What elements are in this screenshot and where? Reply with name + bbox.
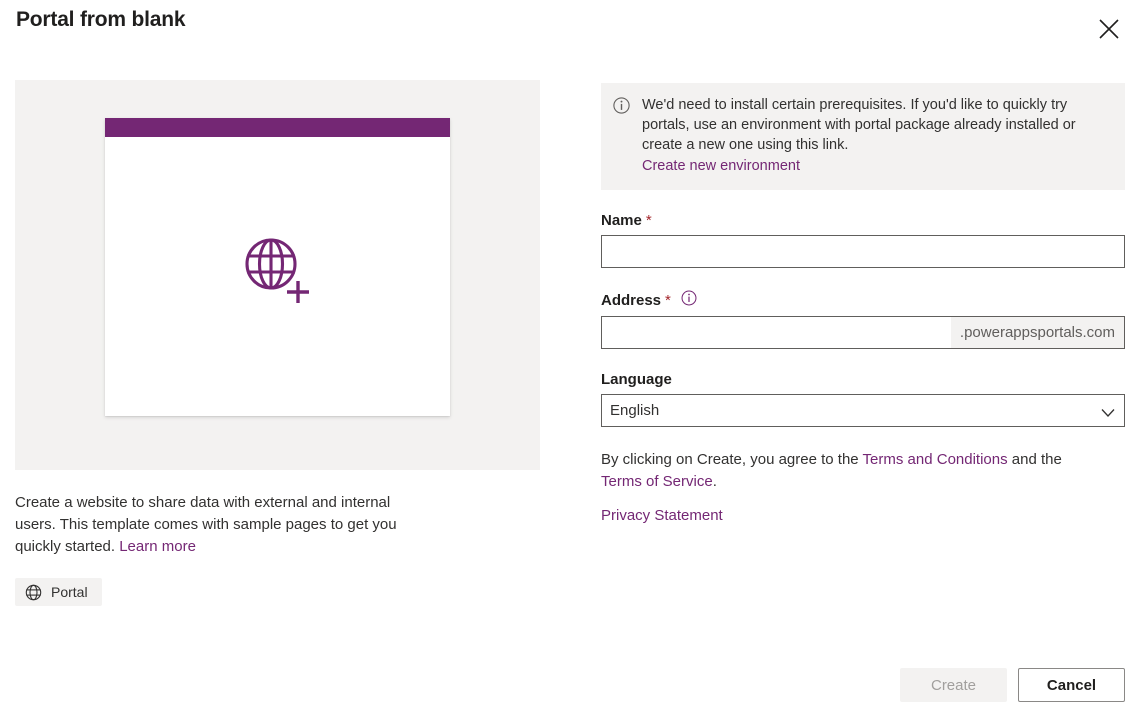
address-label: Address: [601, 291, 662, 309]
preview-card-header-bar: [105, 118, 450, 137]
globe-icon: [25, 584, 42, 601]
language-select-wrap: English: [601, 394, 1125, 427]
privacy-statement-row: Privacy Statement: [601, 507, 1125, 525]
name-input[interactable]: [601, 235, 1125, 268]
template-preview-column: Create a website to share data with exte…: [15, 80, 540, 606]
address-required-marker: *: [665, 291, 671, 309]
prerequisites-banner-text: We'd need to install certain prerequisit…: [642, 95, 1111, 176]
template-tag-row: Portal: [15, 578, 540, 606]
close-button[interactable]: [1091, 12, 1127, 46]
legal-prefix: By clicking on Create, you agree to the: [601, 451, 863, 468]
language-selected-value: English: [610, 402, 660, 419]
field-name: Name *: [601, 212, 1125, 268]
name-required-marker: *: [645, 212, 652, 229]
learn-more-link[interactable]: Learn more: [119, 538, 196, 555]
name-label: Name: [601, 212, 642, 229]
create-new-environment-link[interactable]: Create new environment: [642, 156, 800, 176]
info-circle-icon: [613, 97, 630, 176]
legal-middle: and the: [1007, 451, 1062, 468]
template-tag-label: Portal: [51, 584, 88, 600]
legal-suffix: .: [712, 473, 717, 490]
create-portal-form: We'd need to install certain prerequisit…: [601, 83, 1125, 525]
template-description-line1: Create a website to share data with exte…: [15, 494, 337, 511]
preview-card-body: [105, 137, 450, 416]
language-label-row: Language: [601, 371, 1125, 388]
template-tag-portal: Portal: [15, 578, 102, 606]
language-label: Language: [601, 371, 672, 388]
field-language: Language English: [601, 371, 1125, 427]
template-preview-card: [105, 118, 450, 416]
privacy-statement-link[interactable]: Privacy Statement: [601, 507, 723, 524]
cancel-button[interactable]: Cancel: [1018, 668, 1125, 702]
address-input[interactable]: [602, 317, 951, 348]
legal-agreement-text: By clicking on Create, you agree to the …: [601, 449, 1101, 493]
banner-line1: We'd need to install certain prerequisit…: [642, 97, 1048, 113]
template-preview-panel: [15, 80, 540, 470]
dialog-footer: Create Cancel: [900, 668, 1125, 702]
address-input-group: .powerappsportals.com: [601, 316, 1125, 349]
address-label-row: Address *: [601, 290, 1125, 310]
field-address: Address * .powerappsportals.com: [601, 290, 1125, 349]
terms-and-conditions-link[interactable]: Terms and Conditions: [863, 451, 1008, 468]
name-label-row: Name *: [601, 212, 1125, 229]
globe-plus-icon: [242, 235, 314, 312]
prerequisites-info-banner: We'd need to install certain prerequisit…: [601, 83, 1125, 190]
address-suffix: .powerappsportals.com: [950, 317, 1124, 348]
page-title: Portal from blank: [16, 8, 186, 31]
terms-of-service-link[interactable]: Terms of Service: [601, 473, 713, 490]
portal-from-blank-dialog: Portal from blank Create a website to sh…: [0, 0, 1141, 714]
address-info-icon[interactable]: [681, 290, 697, 310]
language-select[interactable]: English: [601, 394, 1125, 427]
close-icon: [1098, 18, 1120, 40]
template-description: Create a website to share data with exte…: [15, 492, 415, 558]
create-button[interactable]: Create: [900, 668, 1007, 702]
